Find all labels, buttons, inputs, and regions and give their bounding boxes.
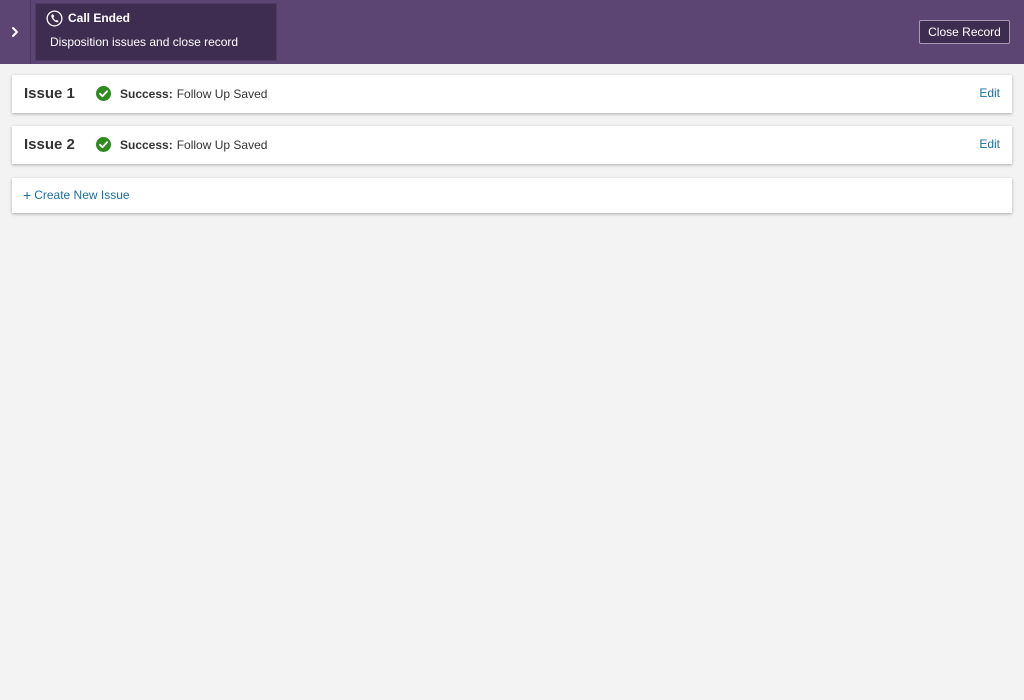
issue-status: Success: Follow Up Saved [96,137,267,152]
create-issue-card: + Create New Issue [12,178,1012,213]
phone-icon [46,9,63,27]
call-title: Call Ended [68,11,131,25]
create-new-issue-label: Create New Issue [34,188,130,202]
issue-title: Issue 1 [24,85,75,102]
success-check-icon [96,137,111,152]
create-new-issue-link[interactable]: + Create New Issue [23,188,130,202]
call-status-panel: Call Ended Disposition issues and close … [35,3,277,61]
call-subtitle: Disposition issues and close record [50,35,239,49]
top-bar: Call Ended Disposition issues and close … [0,0,1024,64]
close-record-button[interactable]: Close Record [919,20,1010,44]
status-text: Follow Up Saved [176,137,268,152]
issue-card: Issue 1 Success: Follow Up Saved Edit [12,75,1012,113]
issue-card: Issue 2 Success: Follow Up Saved Edit [12,126,1012,164]
chevron-right-icon [12,27,18,37]
edit-issue-link[interactable]: Edit [979,137,1000,151]
plus-icon: + [23,187,32,203]
expand-sidebar-button[interactable] [0,0,31,64]
status-label: Success: [120,86,173,101]
status-text: Follow Up Saved [176,86,268,101]
success-check-icon [96,86,111,101]
edit-issue-link[interactable]: Edit [979,86,1000,100]
status-label: Success: [120,137,173,152]
issue-title: Issue 2 [24,136,75,153]
issue-status: Success: Follow Up Saved [96,86,267,101]
